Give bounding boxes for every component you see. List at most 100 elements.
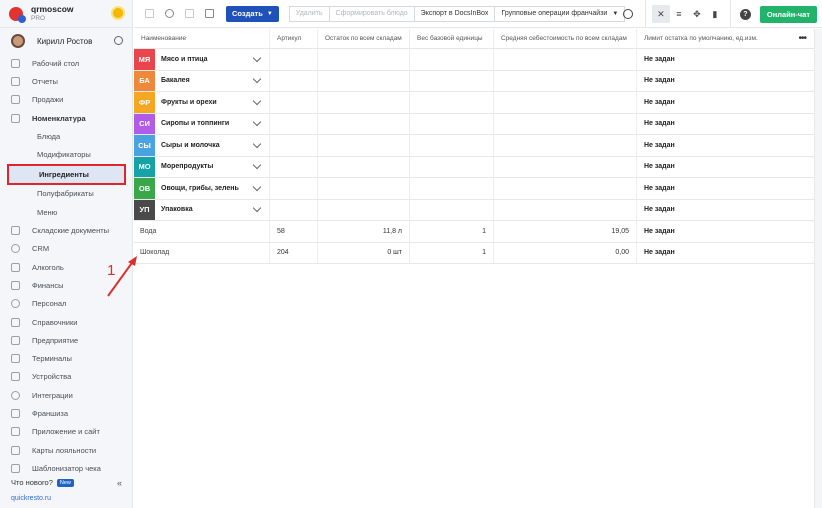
sidebar-item-terminals[interactable]: Терминалы: [0, 349, 132, 367]
sidebar-subitem-modifiers[interactable]: Модификаторы: [0, 145, 132, 163]
chevron-down-icon[interactable]: [252, 161, 262, 170]
sidebar-item-app-site[interactable]: Приложение и сайт: [0, 423, 132, 441]
table-row[interactable]: УП Упаковка Не задан: [134, 199, 814, 221]
chevron-down-icon[interactable]: [252, 204, 262, 213]
col-article[interactable]: Артикул: [270, 29, 318, 48]
home-icon: [11, 58, 20, 68]
item-cost: 0,00: [494, 242, 637, 263]
limit-cell: Не задан: [644, 163, 675, 171]
export-docsinbox-button[interactable]: Экспорт в DocsInBox: [413, 5, 496, 22]
chevron-down-icon[interactable]: [252, 139, 262, 148]
category-name: Овощи, грибы, зелень: [161, 184, 239, 192]
gear-icon[interactable]: [114, 36, 123, 45]
printer-icon: [11, 372, 20, 382]
franchise-operations-button[interactable]: Групповые операции франчайзи ▼: [494, 5, 626, 22]
move-icon[interactable]: ✥: [688, 5, 706, 23]
receipt-icon: [11, 463, 20, 473]
chevron-down-icon[interactable]: [252, 118, 262, 127]
category-tile: СЫ: [134, 135, 155, 156]
collapse-sidebar-icon[interactable]: «: [117, 478, 122, 488]
create-button[interactable]: Создать ▼: [226, 5, 279, 22]
col-limit[interactable]: Лимит остатка по умолчанию, ед.изм.: [637, 29, 814, 48]
category-tile: БА: [134, 70, 155, 91]
chevron-down-icon[interactable]: [252, 182, 262, 191]
item-article: 204: [270, 242, 318, 263]
delete-button[interactable]: Удалить: [288, 5, 330, 22]
table-row[interactable]: МЯ Мясо и птица Не задан: [134, 49, 814, 71]
sidebar-item-reports[interactable]: Отчеты: [0, 72, 132, 90]
table-row[interactable]: ОВ Овощи, грибы, зелень Не задан: [134, 178, 814, 200]
chevron-down-icon[interactable]: [252, 53, 262, 62]
view-tools: ✕ ≡ ✥ ▮: [644, 0, 731, 28]
table-row[interactable]: СИ Сиропы и топпинги Не задан: [134, 113, 814, 135]
search-icon[interactable]: [622, 9, 633, 19]
sidebar-item-nomenclature[interactable]: Номенклатура: [0, 109, 132, 127]
category-tile: УП: [134, 199, 155, 220]
user-profile[interactable]: Кирилл Ростов: [0, 28, 132, 54]
item-limit: Не задан: [644, 227, 675, 235]
sidebar-item-warehouse[interactable]: Складские документы: [0, 221, 132, 239]
download-icon[interactable]: [205, 9, 214, 18]
sidebar-subitem-dishes[interactable]: Блюда: [0, 127, 132, 145]
online-chat-button[interactable]: Онлайн-чат: [759, 5, 817, 23]
brand-header[interactable]: qrmoscow PRO: [0, 0, 132, 28]
whats-new-link[interactable]: Что нового? New: [11, 478, 74, 487]
category-cell: МЯ Мясо и птица: [134, 49, 270, 70]
table-row[interactable]: МО Морепродукты Не задан: [134, 156, 814, 178]
brand-name: qrmoscow: [31, 3, 74, 14]
col-stock[interactable]: Остаток по всем складам: [318, 29, 410, 48]
more-options-icon[interactable]: •••: [798, 33, 806, 44]
category-cell: БА Бакалея: [134, 70, 270, 91]
ingredients-table: Наименование Артикул Остаток по всем скл…: [134, 29, 814, 264]
sidebar-item-enterprise[interactable]: Предприятие: [0, 331, 132, 349]
sidebar-subitem-ingredients[interactable]: Ингредиенты: [7, 163, 126, 185]
table-row[interactable]: БА Бакалея Не задан: [134, 70, 814, 92]
col-weight[interactable]: Вес базовой единицы: [410, 29, 494, 48]
save-icon[interactable]: [145, 9, 154, 18]
sidebar-subitem-semifinished[interactable]: Полуфабрикаты: [0, 185, 132, 203]
col-name[interactable]: Наименование: [134, 29, 270, 48]
item-cost: 19,05: [494, 221, 637, 242]
sidebar-item-devices[interactable]: Устройства: [0, 368, 132, 386]
sidebar-item-franchise[interactable]: Франшиза: [0, 404, 132, 422]
sidebar-item-receipt-template[interactable]: Шаблонизатор чека: [0, 459, 132, 477]
sidebar-item-references[interactable]: Справочники: [0, 313, 132, 331]
refresh-icon[interactable]: [165, 9, 174, 18]
help-icon[interactable]: ?: [739, 8, 751, 20]
limit-cell: Не задан: [644, 141, 675, 149]
category-tile: ФР: [134, 92, 155, 113]
table-row[interactable]: Шоколад 204 0 шт 1 0,00 Не задан: [134, 242, 814, 264]
trash-icon[interactable]: ▮: [706, 5, 724, 23]
sidebar-item-loyalty[interactable]: Карты лояльности: [0, 441, 132, 459]
sun-icon[interactable]: [113, 8, 123, 18]
site-link[interactable]: quickresto.ru: [11, 495, 51, 502]
tag-icon: [11, 113, 20, 123]
make-dish-button[interactable]: Сформировать блюдо: [328, 5, 415, 22]
chevron-down-icon[interactable]: [252, 75, 262, 84]
tools-icon[interactable]: ✕: [651, 5, 670, 23]
sidebar-item-desktop[interactable]: Рабочий стол: [0, 54, 132, 72]
chevron-down-icon[interactable]: [252, 96, 262, 105]
item-stock: 0 шт: [318, 242, 410, 263]
col-cost[interactable]: Средняя себестоимость по всем складам: [494, 29, 637, 48]
sidebar-subitem-menu[interactable]: Меню: [0, 203, 132, 221]
table-row[interactable]: ФР Фрукты и орехи Не задан: [134, 92, 814, 114]
list-icon[interactable]: ≡: [670, 5, 688, 23]
table-row[interactable]: СЫ Сыры и молочка Не задан: [134, 135, 814, 157]
copy-icon[interactable]: [185, 9, 194, 18]
item-rows: Вода 58 11,8 л 1 19,05 Не задан Шоколад 2…: [134, 221, 814, 264]
category-cell: ФР Фрукты и орехи: [134, 92, 270, 113]
sidebar-item-integrations[interactable]: Интеграции: [0, 386, 132, 404]
chart-icon: [11, 76, 20, 86]
limit-cell: Не задан: [644, 55, 675, 63]
app-root: qrmoscow PRO Кирилл Ростов Рабочий стол …: [0, 0, 822, 508]
network-icon: [11, 408, 20, 418]
sidebar-item-sales[interactable]: Продажи: [0, 91, 132, 109]
scrollbar[interactable]: [814, 29, 822, 508]
book-icon: [11, 317, 20, 327]
phone-icon: [11, 427, 20, 437]
category-cell: СИ Сиропы и топпинги: [134, 113, 270, 134]
basket-icon: [11, 95, 20, 105]
table-row[interactable]: Вода 58 11,8 л 1 19,05 Не задан: [134, 221, 814, 243]
category-rows: МЯ Мясо и птица Не задан БА Бакалея Не з…: [134, 49, 814, 221]
